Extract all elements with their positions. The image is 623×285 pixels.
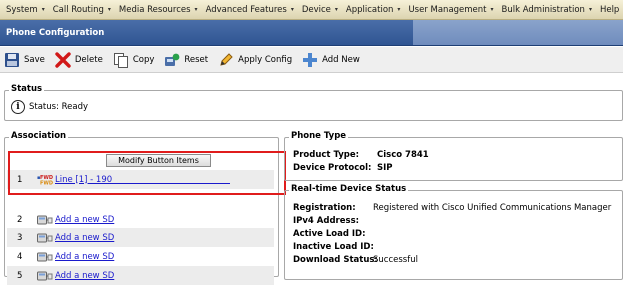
association-legend: Association <box>9 131 69 141</box>
status-legend: Status <box>9 84 45 94</box>
reset-phone-icon <box>164 52 180 68</box>
menu-call-routing[interactable]: Call Routing ▾ <box>47 5 111 15</box>
association-row-sd: 2 Add a new SD <box>7 210 274 229</box>
toolbar: Save Delete Copy Reset Apply Config Add … <box>0 47 623 73</box>
save-button[interactable]: Save <box>4 52 45 68</box>
page-title-bar: Phone Configuration <box>0 20 623 46</box>
association-row-sd: 5 Add a new SD <box>7 266 274 285</box>
chevron-down-icon: ▾ <box>290 6 294 13</box>
speed-dial-phone-icon <box>37 251 53 262</box>
menu-advanced-features[interactable]: Advanced Features ▾ <box>200 5 294 15</box>
add-new-button[interactable]: Add New <box>302 52 360 68</box>
menu-label: Application <box>345 4 394 15</box>
product-type-label: Product Type: <box>293 150 360 160</box>
device-protocol-row: Device Protocol: SIP <box>293 163 393 173</box>
status-section: Status i Status: Ready <box>4 84 623 121</box>
ipv4-label: IPv4 Address: <box>293 216 360 226</box>
reset-button[interactable]: Reset <box>164 52 208 68</box>
inactive-load-label: Inactive Load ID: <box>293 242 374 252</box>
add-new-label: Add New <box>322 54 360 65</box>
chevron-down-icon: ▾ <box>334 6 338 13</box>
chevron-down-icon: ▾ <box>41 6 45 13</box>
phone-type-section: Phone Type Product Type: Cisco 7841 Devi… <box>284 131 623 181</box>
save-label: Save <box>24 54 45 65</box>
menu-help[interactable]: Help▾ <box>594 5 623 15</box>
speed-dial-phone-icon <box>37 232 53 243</box>
ipv4-row: IPv4 Address: <box>293 216 359 226</box>
chevron-down-icon: ▾ <box>588 6 592 13</box>
row-number: 2 <box>17 214 23 225</box>
chevron-down-icon: ▾ <box>490 6 494 13</box>
menu-user-management[interactable]: User Management ▾ <box>402 5 493 15</box>
realtime-status-section: Real-time Device Status Registration: Re… <box>284 184 623 280</box>
inactive-load-row: Inactive Load ID: <box>293 242 374 252</box>
delete-label: Delete <box>74 54 103 65</box>
chevron-down-icon: ▾ <box>397 6 401 13</box>
status-row: i Status: Ready <box>11 100 88 114</box>
registration-row: Registration: Registered with Cisco Unif… <box>293 203 611 213</box>
chevron-down-icon: ▾ <box>107 6 111 13</box>
menu-device[interactable]: Device ▾ <box>296 5 338 15</box>
menu-label: Advanced Features <box>205 4 287 15</box>
reset-label: Reset <box>184 54 209 65</box>
add-plus-icon <box>302 52 318 68</box>
row-number: 4 <box>17 251 23 262</box>
page-title: Phone Configuration <box>6 27 105 38</box>
delete-x-icon <box>55 51 71 68</box>
menu-bar: System ▾ Call Routing ▾ Media Resources ▾ A… <box>0 0 623 20</box>
highlight-box <box>8 151 286 195</box>
menu-label: Call Routing <box>52 4 104 15</box>
association-row-sd: 4 Add a new SD <box>7 247 274 266</box>
product-type-value: Cisco 7841 <box>377 150 429 160</box>
menu-label: Bulk Administration <box>501 4 585 15</box>
add-sd-link[interactable]: Add a new SD <box>55 233 114 243</box>
title-bar-decoration <box>413 20 623 45</box>
menu-label: Device <box>301 4 331 15</box>
copy-button[interactable]: Copy <box>113 52 155 68</box>
row-number: 3 <box>17 232 23 243</box>
active-load-row: Active Load ID: <box>293 229 366 239</box>
menu-label: User Management <box>408 4 487 15</box>
delete-button[interactable]: Delete <box>55 51 103 68</box>
pencil-icon <box>218 52 234 68</box>
add-sd-link[interactable]: Add a new SD <box>55 215 114 225</box>
copy-icon <box>113 52 129 68</box>
chevron-down-icon: ▾ <box>194 6 198 13</box>
apply-config-label: Apply Config <box>238 54 293 65</box>
menu-label: Media Resources <box>118 4 191 15</box>
association-row-sd: 3 Add a new SD <box>7 228 274 247</box>
status-text: Status: Ready <box>29 102 89 112</box>
add-sd-link[interactable]: Add a new SD <box>55 252 114 262</box>
menu-application[interactable]: Application ▾ <box>340 5 401 15</box>
product-type-row: Product Type: Cisco 7841 <box>293 150 429 160</box>
row-number: 5 <box>17 270 23 281</box>
speed-dial-phone-icon <box>37 214 53 225</box>
menu-system[interactable]: System ▾ <box>0 5 45 15</box>
phone-type-legend: Phone Type <box>289 131 349 141</box>
menu-media-resources[interactable]: Media Resources ▾ <box>113 5 198 15</box>
apply-config-button[interactable]: Apply Config <box>218 52 292 68</box>
download-status-label: Download Status: <box>293 255 378 265</box>
download-status-row: Download Status: Successful <box>293 255 418 265</box>
save-icon <box>4 52 20 68</box>
device-protocol-value: SIP <box>377 163 393 173</box>
realtime-status-legend: Real-time Device Status <box>289 184 409 194</box>
info-icon: i <box>11 100 25 114</box>
download-status-value: Successful <box>373 255 418 265</box>
menu-label: Help <box>599 4 620 15</box>
add-sd-link[interactable]: Add a new SD <box>55 271 114 281</box>
registration-value: Registered with Cisco Unified Communicat… <box>373 203 612 213</box>
speed-dial-phone-icon <box>37 270 53 281</box>
active-load-label: Active Load ID: <box>293 229 366 239</box>
copy-label: Copy <box>132 54 155 65</box>
menu-label: System <box>6 4 38 15</box>
device-protocol-label: Device Protocol: <box>293 163 372 173</box>
registration-label: Registration: <box>293 203 356 213</box>
menu-bulk-administration[interactable]: Bulk Administration ▾ <box>496 5 592 15</box>
